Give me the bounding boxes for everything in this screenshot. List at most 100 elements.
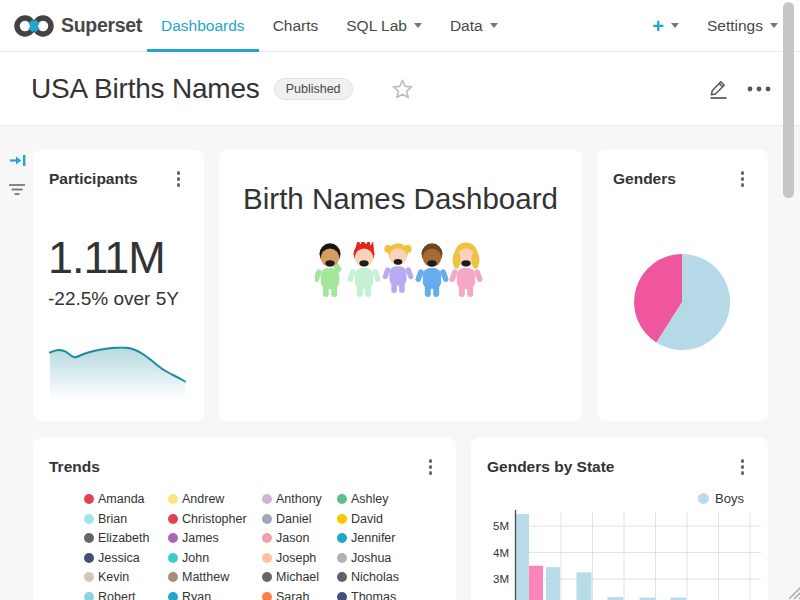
legend-label: Nicholas bbox=[351, 570, 399, 584]
babies-illustration bbox=[315, 242, 485, 300]
big-number-value: 1.11M bbox=[48, 232, 165, 284]
edit-dashboard-button[interactable] bbox=[708, 78, 730, 100]
legend-dot bbox=[262, 592, 272, 600]
legend-dot bbox=[168, 572, 178, 582]
legend-label: Michael bbox=[276, 570, 319, 584]
y-tick: 5M bbox=[493, 520, 509, 532]
legend-item[interactable]: Brian bbox=[84, 512, 127, 526]
legend-item[interactable]: Jason bbox=[262, 531, 309, 545]
legend-dot bbox=[337, 553, 347, 563]
participants-card: Participants 1.11M -22.5% over 5Y bbox=[33, 150, 204, 421]
legend-item[interactable]: Christopher bbox=[168, 512, 247, 526]
settings-menu[interactable]: Settings bbox=[707, 17, 778, 35]
genders-by-state-bar-chart: 5M 4M 3M bbox=[471, 438, 768, 600]
legend-dot bbox=[168, 553, 178, 563]
genders-by-state-card: Genders by State Boys 5M 4M 3M bbox=[471, 438, 768, 600]
y-tick: 4M bbox=[493, 547, 509, 559]
big-number-subheader: -22.5% over 5Y bbox=[48, 288, 179, 310]
legend-label: Anthony bbox=[276, 492, 322, 506]
chart-title: Trends bbox=[49, 458, 100, 476]
chevron-down-icon bbox=[671, 23, 679, 28]
more-options-button[interactable] bbox=[746, 85, 772, 93]
legend-dot bbox=[84, 514, 94, 524]
published-badge[interactable]: Published bbox=[274, 78, 353, 100]
nav-item-charts[interactable]: Charts bbox=[259, 0, 333, 52]
legend-label: Jessica bbox=[98, 551, 140, 565]
legend-item[interactable]: Ryan bbox=[168, 590, 211, 600]
legend-item[interactable]: James bbox=[168, 531, 219, 545]
legend-dot bbox=[337, 494, 347, 504]
legend-item[interactable]: Daniel bbox=[262, 512, 311, 526]
legend-dot bbox=[262, 533, 272, 543]
legend-label: Daniel bbox=[276, 512, 311, 526]
legend-label: Kevin bbox=[98, 570, 129, 584]
legend-label: Jason bbox=[276, 531, 309, 545]
legend-item[interactable]: Joseph bbox=[262, 551, 316, 565]
legend-item[interactable]: Thomas bbox=[337, 590, 396, 600]
markdown-title: Birth Names Dashboard bbox=[219, 182, 582, 216]
chevron-down-icon bbox=[490, 23, 498, 28]
legend-item[interactable]: Sarah bbox=[262, 590, 309, 600]
legend-label: Thomas bbox=[351, 590, 396, 600]
favorite-star-icon[interactable] bbox=[391, 78, 414, 100]
legend-label: Amanda bbox=[98, 492, 145, 506]
legend-item[interactable]: Elizabeth bbox=[84, 531, 149, 545]
legend-item[interactable]: Anthony bbox=[262, 492, 322, 506]
genders-card: Genders bbox=[597, 150, 768, 421]
legend-item[interactable]: Kevin bbox=[84, 570, 129, 584]
legend-label: James bbox=[182, 531, 219, 545]
legend-dot bbox=[262, 553, 272, 563]
legend-label: Ryan bbox=[182, 590, 211, 600]
legend-item[interactable]: John bbox=[168, 551, 209, 565]
y-tick: 3M bbox=[493, 573, 509, 585]
legend-label: Jennifer bbox=[351, 531, 395, 545]
plus-icon: + bbox=[652, 16, 664, 36]
resize-grip-icon[interactable] bbox=[786, 584, 800, 600]
legend-item[interactable]: Robert bbox=[84, 590, 136, 600]
dashboard-header: USA Births Names Published bbox=[0, 52, 800, 126]
legend-label: Matthew bbox=[182, 570, 229, 584]
legend-item[interactable]: Amanda bbox=[84, 492, 145, 506]
filter-icon[interactable] bbox=[8, 182, 26, 200]
scrollbar-thumb[interactable] bbox=[783, 2, 794, 198]
chart-title: Genders bbox=[613, 170, 676, 188]
superset-brand[interactable]: Superset bbox=[0, 13, 142, 39]
legend-dot bbox=[337, 514, 347, 524]
navbar: Superset Dashboards Charts SQL Lab Data … bbox=[0, 0, 800, 52]
legend-label: David bbox=[351, 512, 383, 526]
legend-dot bbox=[168, 514, 178, 524]
nav-right: + Settings bbox=[652, 16, 800, 36]
legend-dot bbox=[262, 514, 272, 524]
legend-label: Brian bbox=[98, 512, 127, 526]
legend-dot bbox=[168, 533, 178, 543]
brand-name: Superset bbox=[61, 14, 142, 37]
legend-dot bbox=[84, 572, 94, 582]
chart-menu-button[interactable] bbox=[739, 169, 747, 189]
legend-dot bbox=[337, 572, 347, 582]
nav-item-sql-lab[interactable]: SQL Lab bbox=[332, 0, 436, 52]
legend-label: John bbox=[182, 551, 209, 565]
legend-dot bbox=[262, 572, 272, 582]
nav-item-data[interactable]: Data bbox=[436, 0, 512, 52]
legend-item[interactable]: Andrew bbox=[168, 492, 224, 506]
legend-item[interactable]: Joshua bbox=[337, 551, 391, 565]
legend-item[interactable]: Matthew bbox=[168, 570, 229, 584]
legend-label: Christopher bbox=[182, 512, 247, 526]
legend-item[interactable]: David bbox=[337, 512, 383, 526]
chevron-down-icon bbox=[770, 23, 778, 28]
add-new-button[interactable]: + bbox=[652, 16, 679, 36]
legend-dot bbox=[168, 494, 178, 504]
legend-item[interactable]: Nicholas bbox=[337, 570, 399, 584]
superset-logo-icon bbox=[13, 13, 55, 39]
expand-filter-bar-icon[interactable] bbox=[9, 153, 27, 172]
legend-item[interactable]: Ashley bbox=[337, 492, 389, 506]
legend-label: Robert bbox=[98, 590, 136, 600]
legend-label: Joshua bbox=[351, 551, 391, 565]
chart-menu-button[interactable] bbox=[427, 457, 435, 477]
legend-item[interactable]: Michael bbox=[262, 570, 319, 584]
chart-menu-button[interactable] bbox=[175, 169, 183, 189]
legend-item[interactable]: Jessica bbox=[84, 551, 140, 565]
nav-item-dashboards[interactable]: Dashboards bbox=[147, 0, 259, 52]
legend-item[interactable]: Jennifer bbox=[337, 531, 395, 545]
legend-label: Elizabeth bbox=[98, 531, 149, 545]
